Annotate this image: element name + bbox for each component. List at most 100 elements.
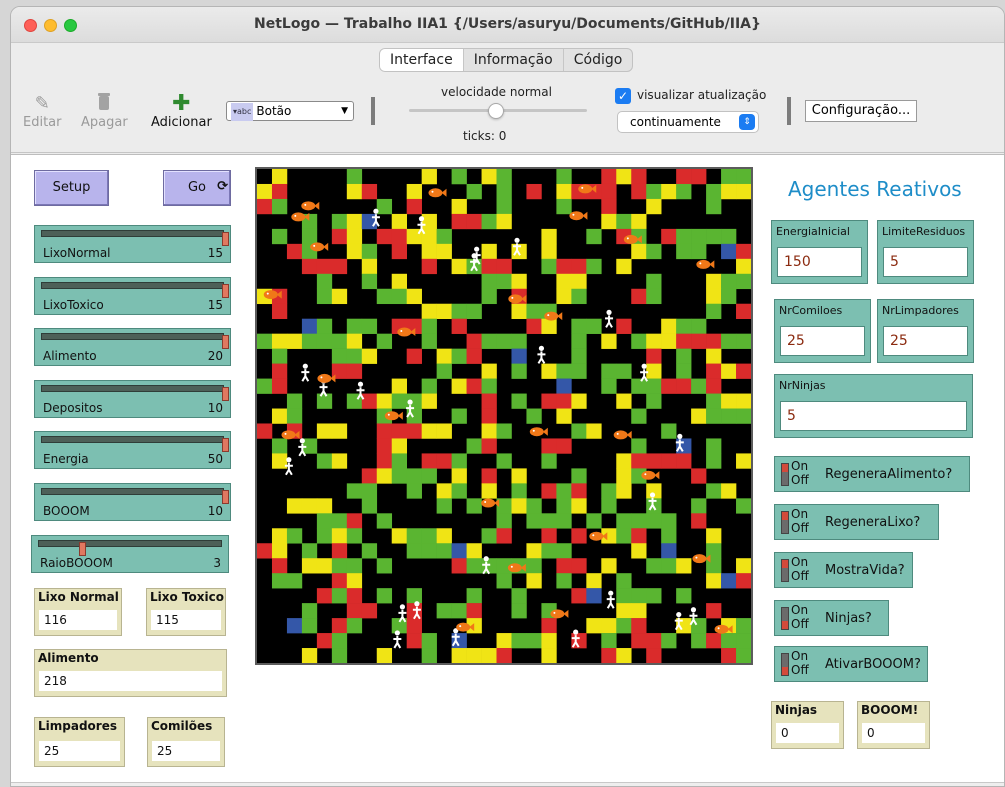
monitor-label: Alimento xyxy=(38,651,99,665)
switch-name: Ninjas? xyxy=(825,611,872,626)
world-patch xyxy=(391,453,407,469)
world-patch xyxy=(421,378,437,394)
world-patch xyxy=(721,333,737,349)
view-updates-checkbox[interactable]: ✓ xyxy=(615,88,631,104)
up-down-chevron-icon: ⇕ xyxy=(739,114,755,130)
delete-button[interactable]: Apagar xyxy=(81,93,128,130)
world-patch xyxy=(361,468,378,484)
speed-slider-knob[interactable] xyxy=(488,103,504,119)
slider-lixotoxico[interactable]: LixoToxico 15 xyxy=(34,277,231,315)
input-limite-residuos[interactable]: LimiteResiduos 5 xyxy=(877,220,974,284)
switch-grip[interactable] xyxy=(781,511,789,534)
switch-grip[interactable] xyxy=(781,463,789,486)
world-patch xyxy=(436,243,452,260)
world-patch xyxy=(421,393,437,409)
slider-depositos[interactable]: Depositos 10 xyxy=(34,380,231,418)
world-patch xyxy=(271,528,288,544)
input-energia-inicial[interactable]: EnergiaInicial 150 xyxy=(771,220,868,284)
setup-label: Setup xyxy=(52,180,91,195)
world-patch xyxy=(271,438,288,454)
slider-handle[interactable] xyxy=(222,284,229,298)
switch-off-label: Off xyxy=(791,617,809,631)
world-patch xyxy=(451,198,467,215)
update-mode-value: continuamente xyxy=(630,115,721,129)
setup-button[interactable]: Setup xyxy=(34,170,109,206)
world-patch xyxy=(481,438,497,454)
world-patch xyxy=(601,183,617,200)
go-button[interactable]: Go ⟳ xyxy=(163,170,231,206)
world-patch xyxy=(376,453,393,469)
add-button[interactable]: ✚ Adicionar xyxy=(151,93,212,131)
switch-ninjas[interactable]: On Off Ninjas? xyxy=(774,600,889,636)
input-value[interactable]: 5 xyxy=(883,247,968,277)
switch-ativar-booom[interactable]: On Off AtivarBOOOM? xyxy=(774,646,928,682)
monitor-alimento: Alimento 218 xyxy=(34,649,227,697)
world-patch xyxy=(646,363,662,379)
world-patch xyxy=(511,483,527,499)
monitor-lixo-normal: Lixo Normal 116 xyxy=(34,588,122,636)
slider-booom[interactable]: BOOOM 10 xyxy=(34,483,231,521)
slider-alimento[interactable]: Alimento 20 xyxy=(34,328,231,366)
switch-regenera-lixo[interactable]: On Off RegeneraLixo? xyxy=(774,504,939,540)
world-patch xyxy=(646,273,662,290)
input-nr-ninjas[interactable]: NrNinjas 5 xyxy=(774,374,973,438)
world-patch xyxy=(616,393,632,409)
world-patch xyxy=(496,573,512,589)
world-patch xyxy=(361,243,378,260)
world-patch xyxy=(496,453,512,469)
world-patch xyxy=(376,588,393,604)
input-nr-limpadores[interactable]: NrLimpadores 25 xyxy=(877,299,974,363)
switch-grip[interactable] xyxy=(781,607,789,630)
world-patch xyxy=(511,303,527,319)
world-patch xyxy=(301,318,318,334)
slider-handle[interactable] xyxy=(222,232,229,246)
world-patch xyxy=(331,633,348,649)
switch-grip[interactable] xyxy=(781,653,789,676)
world-patch xyxy=(481,363,497,379)
slider-name: Alimento xyxy=(43,349,97,363)
world-patch xyxy=(361,183,378,200)
widget-type-icon: ▾abc xyxy=(231,103,254,121)
switch-mostra-vida[interactable]: On Off MostraVida? xyxy=(774,552,913,588)
settings-button[interactable]: Configuração... xyxy=(805,100,917,122)
tab-codigo[interactable]: Código xyxy=(564,49,633,71)
world-patch xyxy=(481,648,497,663)
input-value[interactable]: 150 xyxy=(777,247,862,277)
tab-informacao[interactable]: Informação xyxy=(464,49,564,71)
slider-handle[interactable] xyxy=(79,542,86,556)
world-patch xyxy=(391,288,407,305)
slider-raiobooom[interactable]: RaioBOOOM 3 xyxy=(31,535,229,573)
world-patch xyxy=(691,408,707,424)
input-value[interactable]: 25 xyxy=(780,326,865,356)
switch-regenera-alimento[interactable]: On Off RegeneraAlimento? xyxy=(774,456,970,492)
world-patch xyxy=(616,618,632,634)
tab-interface[interactable]: Interface xyxy=(380,49,464,71)
update-mode-select[interactable]: continuamente ⇕ xyxy=(617,111,759,133)
world-patch xyxy=(646,348,662,364)
input-value[interactable]: 5 xyxy=(780,401,967,431)
slider-energia[interactable]: Energia 50 xyxy=(34,431,231,469)
slider-handle[interactable] xyxy=(222,387,229,401)
input-value[interactable]: 25 xyxy=(883,326,968,356)
monitor-ninjas: Ninjas 0 xyxy=(771,701,844,749)
slider-handle[interactable] xyxy=(222,335,229,349)
world-patch xyxy=(346,483,363,499)
widget-type-select[interactable]: ▾abc Botão ▼ xyxy=(226,101,354,121)
world-patch xyxy=(556,183,572,200)
slider-handle[interactable] xyxy=(222,490,229,504)
world-patch xyxy=(257,423,273,439)
slider-lixonormal[interactable]: LixoNormal 15 xyxy=(34,225,231,263)
world-patch xyxy=(361,543,378,559)
world-patch xyxy=(526,408,542,424)
switch-on-label: On xyxy=(791,555,809,569)
edit-button[interactable]: ✎ Editar xyxy=(23,93,62,130)
switch-grip[interactable] xyxy=(781,559,789,582)
world-patch xyxy=(616,528,632,544)
toolbar-separator xyxy=(787,97,791,125)
world-patch xyxy=(646,588,662,604)
slider-handle[interactable] xyxy=(222,438,229,452)
world-view[interactable] xyxy=(255,167,753,665)
input-nr-comiloes[interactable]: NrComiloes 25 xyxy=(774,299,871,363)
world-patch xyxy=(556,258,572,275)
world-patch xyxy=(391,378,407,394)
